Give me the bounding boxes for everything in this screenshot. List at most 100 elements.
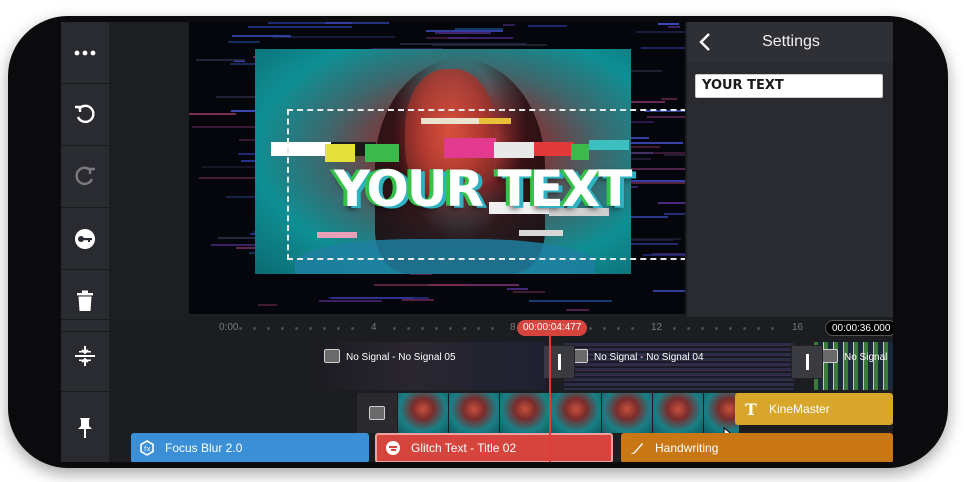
- glitch-line: [658, 23, 679, 25]
- redo-icon: [75, 166, 95, 185]
- glitch-line: [273, 36, 395, 38]
- glitch-line: [248, 26, 352, 28]
- ruler-tick: [421, 327, 424, 330]
- layer-kinemaster[interactable]: T KineMaster: [735, 393, 893, 425]
- thumbnail: [357, 393, 397, 433]
- key-icon: [75, 228, 95, 249]
- glitch-line: [196, 59, 245, 61]
- clip-label: No Signal: [844, 352, 888, 363]
- ruler-tick: [757, 327, 760, 330]
- trim-handle[interactable]: [543, 345, 575, 379]
- time-ruler[interactable]: 0:00 4 8 12 16 00:00:04:477 00:00:36.000: [109, 317, 893, 339]
- glitch-line: [528, 25, 567, 27]
- app-screen: YOUR TEXT Settings YOUR TEXT 0:00 4 8 12…: [61, 22, 893, 462]
- glitch-line: [513, 291, 545, 293]
- glitch-line: [402, 299, 434, 301]
- layer-label: Focus Blur 2.0: [165, 441, 243, 455]
- thumbnail: [500, 393, 550, 433]
- device-frame: YOUR TEXT Settings YOUR TEXT 0:00 4 8 12…: [8, 16, 948, 468]
- timeline[interactable]: 0:00 4 8 12 16 00:00:04:477 00:00:36.000…: [109, 317, 893, 462]
- ruler-tick: [309, 327, 312, 330]
- video-clip[interactable]: No Signal - No Signal 04: [564, 342, 794, 390]
- ruler-label: 4: [371, 322, 377, 333]
- glitch-line: [319, 300, 382, 302]
- image-icon: [822, 349, 838, 363]
- brush-icon: [629, 440, 645, 456]
- text-input-field[interactable]: YOUR TEXT: [695, 74, 883, 98]
- layer-focus-blur[interactable]: fx Focus Blur 2.0: [131, 433, 369, 462]
- layer-label: Handwriting: [655, 441, 719, 455]
- playhead[interactable]: [549, 335, 551, 462]
- total-time-badge: 00:00:36.000: [825, 320, 893, 336]
- pin-button[interactable]: [61, 391, 109, 462]
- thumbnail: [398, 393, 448, 433]
- glitch-line: [232, 35, 291, 37]
- glitch-line: [503, 24, 515, 26]
- split-icon: [75, 345, 95, 366]
- ruler-tick: [771, 327, 774, 330]
- ruler-label: 12: [651, 322, 663, 333]
- glitch-line: [228, 41, 260, 43]
- more-button[interactable]: [61, 22, 109, 84]
- glitch-icon: [385, 440, 401, 456]
- thumbnail-strip[interactable]: [357, 393, 739, 433]
- glitch-line: [258, 304, 277, 306]
- ruler-tick: [407, 327, 410, 330]
- ruler-tick: [603, 327, 606, 330]
- glitch-line: [630, 70, 662, 72]
- undo-icon: [75, 104, 95, 123]
- back-button[interactable]: [693, 30, 717, 54]
- ruler-tick: [617, 327, 620, 330]
- clip-label: No Signal - No Signal 05: [346, 352, 456, 363]
- settings-panel: Settings YOUR TEXT: [685, 22, 893, 317]
- redo-button[interactable]: [61, 146, 109, 208]
- pin-icon: [78, 417, 92, 438]
- ruler-tick: [701, 327, 704, 330]
- glitch-line: [435, 32, 491, 34]
- thumbnail: [602, 393, 652, 433]
- glitch-line: [566, 309, 589, 311]
- ruler-tick: [253, 327, 256, 330]
- glitch-line: [426, 30, 503, 32]
- settings-header: Settings: [687, 22, 893, 62]
- glitch-line: [189, 113, 236, 115]
- thumbnail: [551, 393, 601, 433]
- video-clip[interactable]: No Signal: [814, 342, 893, 390]
- text-selection-box[interactable]: [287, 109, 727, 260]
- ruler-tick: [673, 327, 676, 330]
- layer-handwriting[interactable]: Handwriting: [621, 433, 893, 462]
- ruler-tick: [449, 327, 452, 330]
- trim-handle[interactable]: [791, 345, 823, 379]
- effect-icon: fx: [139, 440, 155, 456]
- ruler-tick: [295, 327, 298, 330]
- ruler-tick: [351, 327, 354, 330]
- ruler-tick: [337, 327, 340, 330]
- ruler-tick: [323, 327, 326, 330]
- glitch-line: [661, 98, 677, 100]
- ruler-tick: [631, 327, 634, 330]
- glitch-line: [668, 26, 680, 28]
- ruler-tick: [393, 327, 396, 330]
- settings-title: Settings: [762, 33, 820, 50]
- glitch-line: [448, 37, 513, 39]
- video-clip[interactable]: No Signal - No Signal 05: [316, 342, 546, 390]
- image-icon: [369, 406, 385, 420]
- svg-text:fx: fx: [144, 445, 151, 453]
- current-time-badge: 00:00:04:477: [517, 320, 588, 336]
- ruler-tick: [743, 327, 746, 330]
- more-icon: [74, 50, 96, 55]
- trash-icon: [77, 290, 93, 311]
- ruler-tick: [491, 327, 494, 330]
- ruler-label: 0:00: [219, 322, 239, 333]
- layer-label: KineMaster: [769, 402, 830, 416]
- layer-glitch-text[interactable]: Glitch Text - Title 02: [375, 433, 613, 462]
- preview-area: YOUR TEXT: [109, 22, 734, 317]
- ruler-tick: [435, 327, 438, 330]
- ruler-label: 8: [510, 322, 516, 333]
- clip-label: No Signal - No Signal 04: [594, 352, 704, 363]
- split-button[interactable]: [61, 319, 109, 391]
- ruler-tick: [463, 327, 466, 330]
- key-button[interactable]: [61, 208, 109, 270]
- undo-button[interactable]: [61, 84, 109, 146]
- ruler-tick: [239, 327, 242, 330]
